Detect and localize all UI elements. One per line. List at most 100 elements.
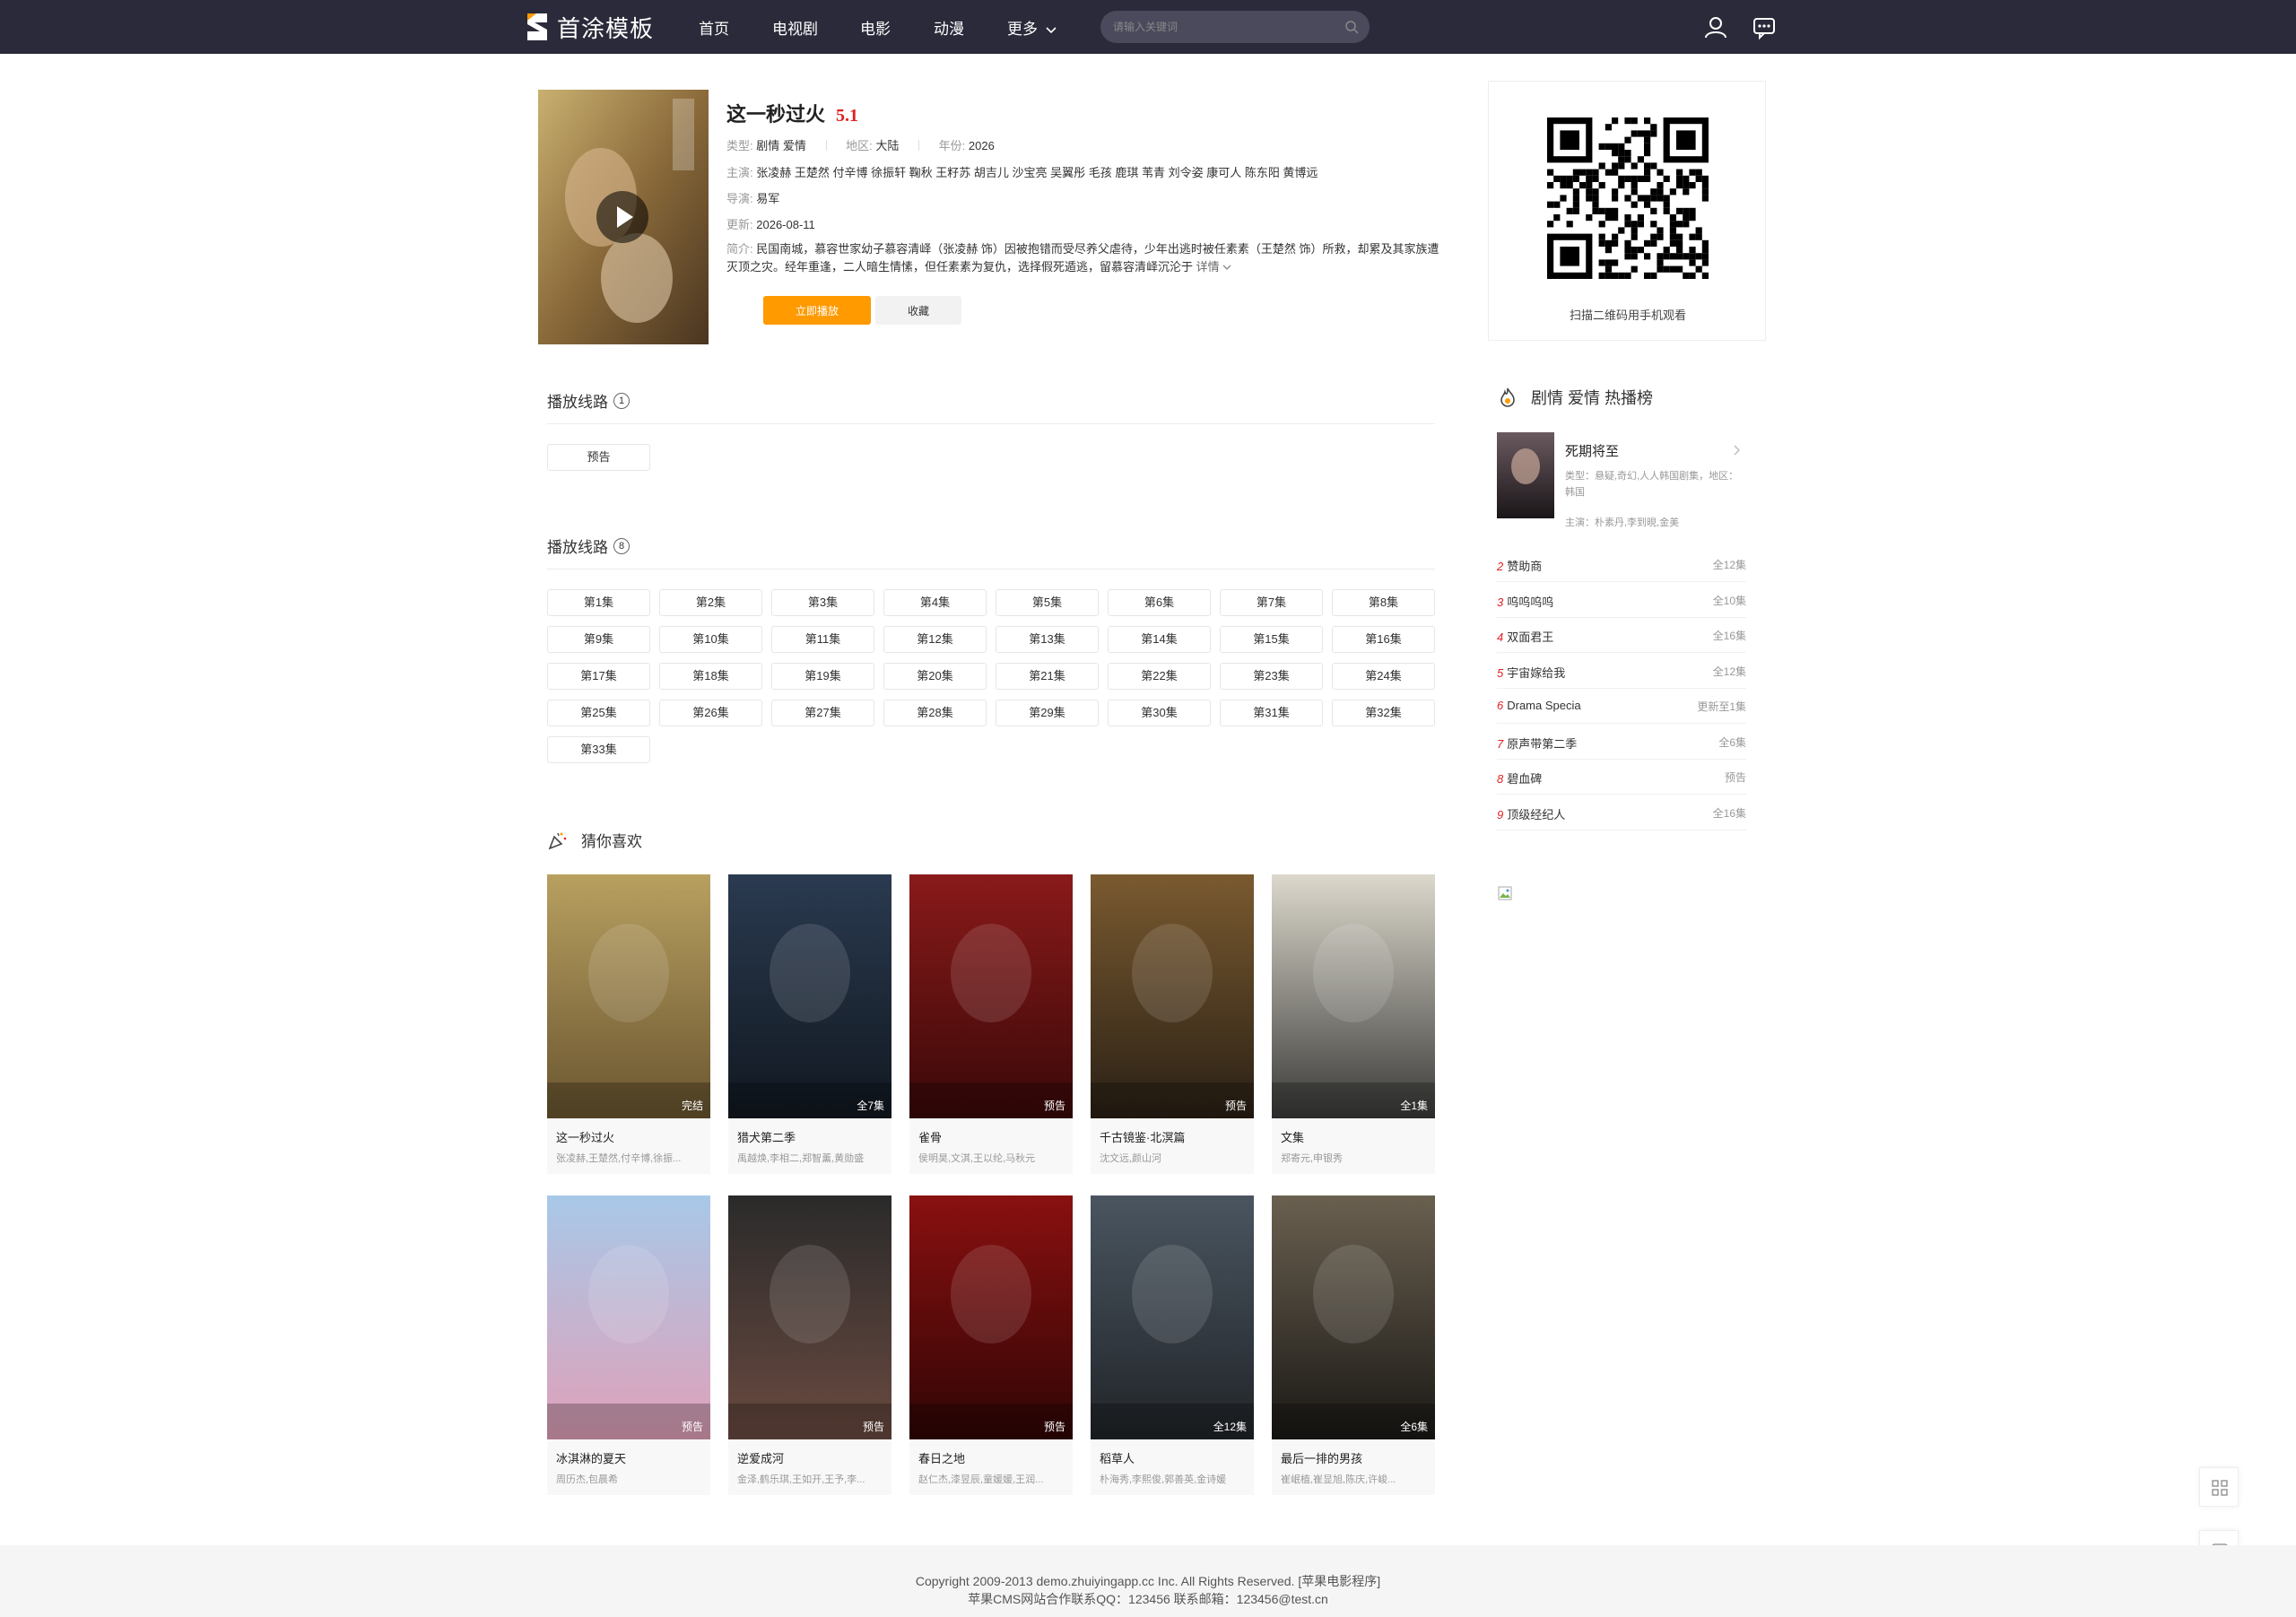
hot-item-name[interactable]: 4 双面君王 (1497, 628, 1553, 645)
episode-button[interactable]: 第32集 (1332, 700, 1435, 726)
video-title[interactable]: 最后一排的男孩 (1281, 1449, 1429, 1466)
intro-more-link[interactable]: 详情 (1196, 260, 1232, 274)
episode-button[interactable]: 第26集 (659, 700, 762, 726)
episode-button[interactable]: 第28集 (883, 700, 987, 726)
year-value[interactable]: 2026 (969, 139, 995, 152)
nav-more[interactable]: 更多 (1007, 16, 1057, 39)
episode-button[interactable]: 第12集 (883, 626, 987, 653)
hot-item-name[interactable]: 2 赞助商 (1497, 557, 1542, 574)
video-cover[interactable]: 预告 (909, 1195, 1073, 1439)
hot-item-name[interactable]: 3 呜呜呜呜 (1497, 593, 1553, 610)
episode-button[interactable]: 第5集 (996, 589, 1099, 616)
video-card[interactable]: 预告 春日之地 赵仁杰,漆昱辰,童媛媛,王润... (909, 1195, 1073, 1495)
detail-poster[interactable] (538, 90, 709, 344)
video-title[interactable]: 千古镜鉴·北溟篇 (1100, 1128, 1248, 1145)
hot-list-item[interactable]: 5 宇宙嫁给我 全12集 (1497, 654, 1746, 689)
video-cover[interactable]: 预告 (728, 1195, 891, 1439)
episode-button[interactable]: 第1集 (547, 589, 650, 616)
episode-button[interactable]: 第14集 (1108, 626, 1211, 653)
video-cover[interactable]: 全1集 (1272, 874, 1435, 1118)
hot-top-poster[interactable] (1497, 432, 1554, 518)
video-title[interactable]: 文集 (1281, 1128, 1429, 1145)
area-value[interactable]: 大陆 (875, 139, 899, 152)
episode-button[interactable]: 预告 (547, 444, 650, 471)
video-card[interactable]: 预告 冰淇淋的夏天 周历杰,包晨希 (547, 1195, 710, 1495)
director-value[interactable]: 易军 (756, 192, 779, 205)
hot-list-item[interactable]: 4 双面君王 全16集 (1497, 618, 1746, 653)
type-value[interactable]: 剧情 爱情 (756, 139, 806, 152)
episode-button[interactable]: 第15集 (1220, 626, 1323, 653)
favorite-button[interactable]: 收藏 (875, 296, 961, 325)
video-card[interactable]: 全1集 文集 郑寄元,申银秀 (1272, 874, 1435, 1174)
episode-button[interactable]: 第27集 (771, 700, 874, 726)
video-title[interactable]: 春日之地 (918, 1449, 1066, 1466)
user-icon[interactable] (1703, 14, 1728, 39)
episode-button[interactable]: 第9集 (547, 626, 650, 653)
video-card[interactable]: 全12集 稻草人 朴海秀,李熙俊,郭善英,金诗媛 (1091, 1195, 1254, 1495)
episode-button[interactable]: 第3集 (771, 589, 874, 616)
hot-list-item[interactable]: 7 原声带第二季 全6集 (1497, 725, 1746, 760)
video-card[interactable]: 全7集 猎犬第二季 禹越焕,李相二,郑智薰,黄勋盛 (728, 874, 891, 1174)
episode-button[interactable]: 第18集 (659, 663, 762, 690)
episode-button[interactable]: 第13集 (996, 626, 1099, 653)
nav-anime[interactable]: 动漫 (934, 16, 964, 39)
hot-item-name[interactable]: 7 原声带第二季 (1497, 735, 1577, 752)
cast-value[interactable]: 张凌赫 王楚然 付辛博 徐振轩 鞠秋 王籽苏 胡吉儿 沙宝亮 吴翼彤 毛孩 鹿琪… (756, 166, 1318, 179)
video-title[interactable]: 雀骨 (918, 1128, 1066, 1145)
nav-tv[interactable]: 电视剧 (772, 16, 818, 39)
episode-button[interactable]: 第20集 (883, 663, 987, 690)
episode-button[interactable]: 第2集 (659, 589, 762, 616)
hot-list-item[interactable]: 6 Drama Specia 更新至1集 (1497, 689, 1746, 724)
video-cover[interactable]: 全7集 (728, 874, 891, 1118)
hot-item-name[interactable]: 8 碧血碑 (1497, 769, 1542, 787)
video-cover[interactable]: 预告 (1091, 874, 1254, 1118)
hot-top-item[interactable]: 死期将至 类型：悬疑,奇幻,人人韩国剧集，地区：韩国 主演：朴素丹,李到晛,金美 (1497, 432, 1757, 528)
hot-list-item[interactable]: 9 顶级经纪人 全16集 (1497, 795, 1746, 830)
episode-button[interactable]: 第16集 (1332, 626, 1435, 653)
episode-button[interactable]: 第19集 (771, 663, 874, 690)
play-now-button[interactable]: 立即播放 (763, 296, 871, 325)
episode-button[interactable]: 第31集 (1220, 700, 1323, 726)
episode-button[interactable]: 第23集 (1220, 663, 1323, 690)
hot-list-item[interactable]: 3 呜呜呜呜 全10集 (1497, 583, 1746, 618)
episode-button[interactable]: 第22集 (1108, 663, 1211, 690)
episode-button[interactable]: 第7集 (1220, 589, 1323, 616)
video-card[interactable]: 预告 千古镜鉴·北溟篇 沈文远,颜山河 (1091, 874, 1254, 1174)
video-cover[interactable]: 全12集 (1091, 1195, 1254, 1439)
video-title[interactable]: 逆爱成河 (737, 1449, 885, 1466)
video-card[interactable]: 预告 雀骨 侯明昊,文淇,王以纶,马秋元 (909, 874, 1073, 1174)
hot-item-name[interactable]: 6 Drama Specia (1497, 699, 1581, 712)
episode-button[interactable]: 第30集 (1108, 700, 1211, 726)
video-title[interactable]: 稻草人 (1100, 1449, 1248, 1466)
episode-button[interactable]: 第11集 (771, 626, 874, 653)
episode-button[interactable]: 第10集 (659, 626, 762, 653)
video-title[interactable]: 这一秒过火 (556, 1128, 704, 1145)
video-cover[interactable]: 预告 (547, 1195, 710, 1439)
episode-button[interactable]: 第17集 (547, 663, 650, 690)
episode-button[interactable]: 第21集 (996, 663, 1099, 690)
episode-button[interactable]: 第8集 (1332, 589, 1435, 616)
hot-list-item[interactable]: 8 碧血碑 预告 (1497, 760, 1746, 795)
play-icon[interactable] (596, 191, 648, 243)
video-title[interactable]: 猎犬第二季 (737, 1128, 885, 1145)
episode-button[interactable]: 第4集 (883, 589, 987, 616)
video-cover[interactable]: 完结 (547, 874, 710, 1118)
episode-button[interactable]: 第24集 (1332, 663, 1435, 690)
video-card[interactable]: 预告 逆爱成河 金泽,鹤乐琪,王如开,王予,李... (728, 1195, 891, 1495)
episode-button[interactable]: 第6集 (1108, 589, 1211, 616)
hot-top-name[interactable]: 死期将至 (1565, 441, 1619, 460)
qr-float-button[interactable] (2199, 1467, 2239, 1507)
nav-home[interactable]: 首页 (699, 16, 729, 39)
hot-item-name[interactable]: 5 宇宙嫁给我 (1497, 664, 1565, 681)
hot-item-name[interactable]: 9 顶级经纪人 (1497, 805, 1565, 822)
episode-button[interactable]: 第33集 (547, 736, 650, 763)
video-cover[interactable]: 预告 (909, 874, 1073, 1118)
episode-button[interactable]: 第25集 (547, 700, 650, 726)
video-card[interactable]: 完结 这一秒过火 张凌赫,王楚然,付辛博,徐振... (547, 874, 710, 1174)
message-icon[interactable] (1752, 14, 1777, 39)
site-logo[interactable]: 首涂模板 (523, 11, 654, 43)
search-input[interactable] (1113, 18, 1328, 36)
video-card[interactable]: 全6集 最后一排的男孩 崔岷植,崔显旭,陈庆,许峻... (1272, 1195, 1435, 1495)
hot-list-item[interactable]: 2 赞助商 全12集 (1497, 547, 1746, 582)
episode-button[interactable]: 第29集 (996, 700, 1099, 726)
